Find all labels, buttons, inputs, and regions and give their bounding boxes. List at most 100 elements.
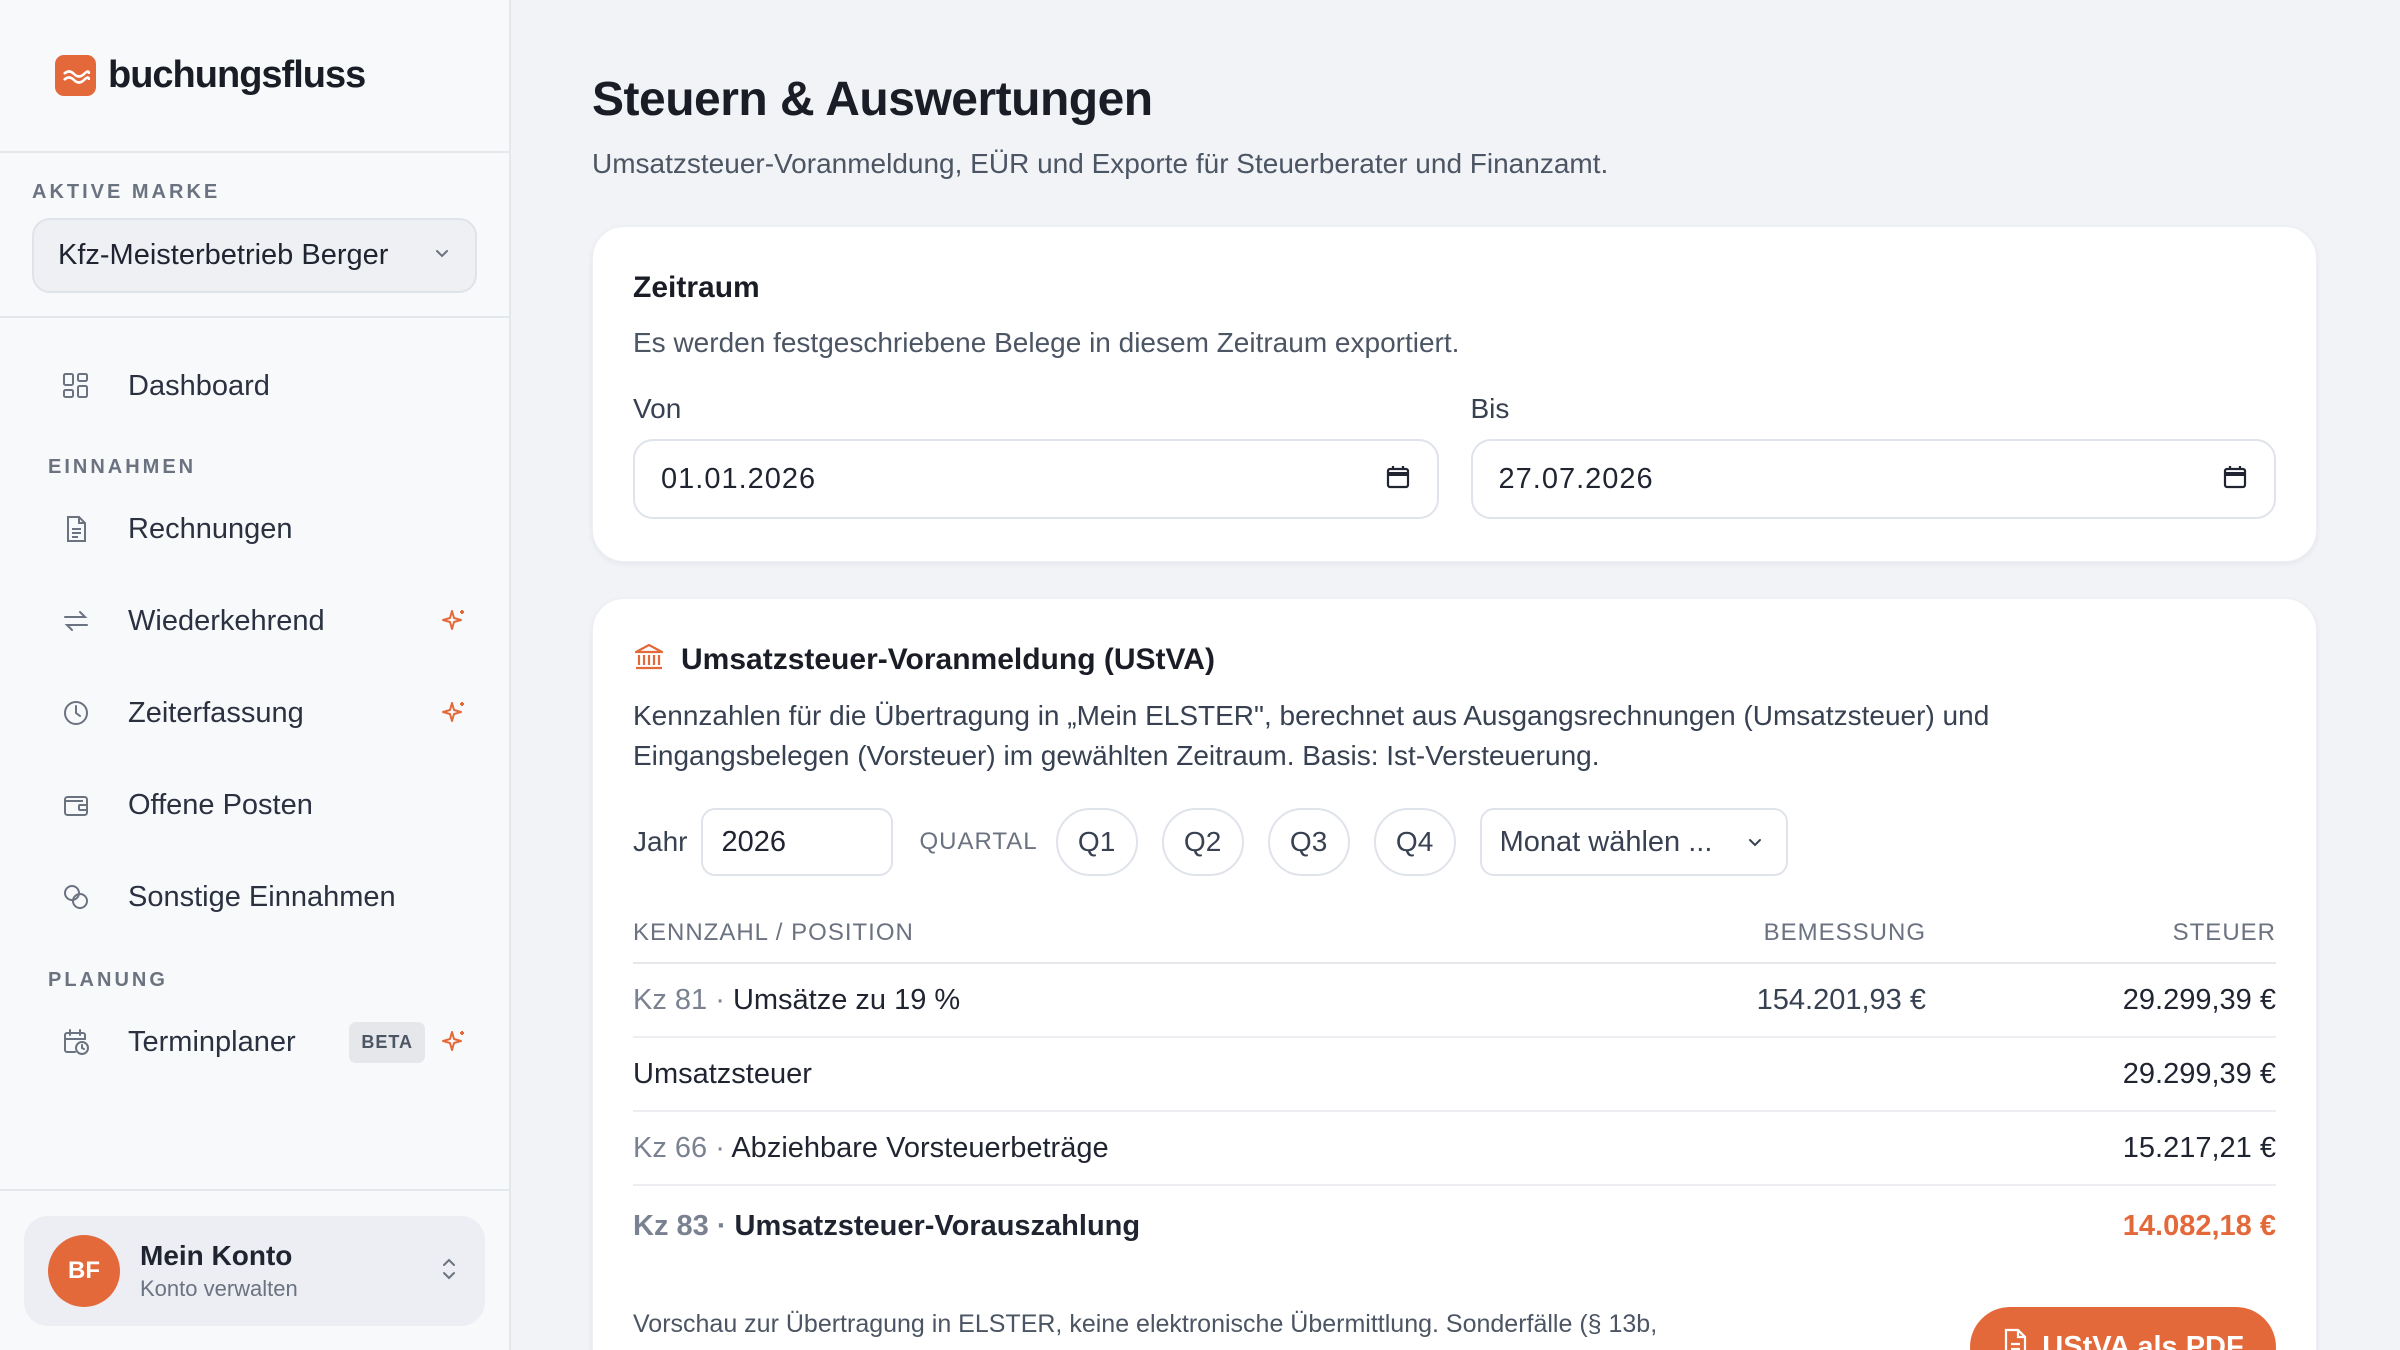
nav-label: Zeiterfassung xyxy=(128,696,304,729)
date-range-row: Von 01.01.2026 Bis 27.07.2026 xyxy=(633,393,2276,519)
ustva-description: Kennzahlen für die Übertragung in „Mein … xyxy=(633,700,1990,771)
nav-label: Dashboard xyxy=(128,369,270,402)
nav-group-einnahmen: EINNAHMEN xyxy=(48,456,197,478)
table-header: KENNZAHL / POSITION BEMESSUNG STEUER xyxy=(633,904,2276,964)
chevron-down-icon xyxy=(433,244,451,267)
chevron-down-icon xyxy=(1746,826,1764,859)
ustva-card: Umsatzsteuer-Voranmeldung (UStVA) Kennza… xyxy=(592,598,2317,1350)
beta-badge: BETA xyxy=(349,1021,425,1063)
quarter-button-q2[interactable]: Q2 xyxy=(1161,808,1244,876)
kz-separator: · xyxy=(707,983,733,1016)
position-cell: Kz 81 · Umsätze zu 19 % xyxy=(633,984,1626,1017)
kz-separator: · xyxy=(708,1209,735,1242)
kz-code: Kz 83 xyxy=(633,1209,709,1242)
nav-label: Wiederkehrend xyxy=(128,604,325,637)
steuer-cell: 29.299,39 € xyxy=(2122,1057,2276,1090)
quartal-label: QUARTAL xyxy=(919,828,1038,855)
quarter-button-q1[interactable]: Q1 xyxy=(1055,808,1138,876)
sidebar: buchungsfluss AKTIVE MARKE Kfz-Meisterbe… xyxy=(0,0,511,1350)
quarter-button-q4[interactable]: Q4 xyxy=(1373,808,1456,876)
zeitraum-title: Zeitraum xyxy=(633,271,760,304)
month-select-value: Monat wählen ... xyxy=(1499,825,1713,858)
grid-icon xyxy=(58,368,94,404)
ustva-table: KENNZAHL / POSITION BEMESSUNG STEUER Kz … xyxy=(633,904,2276,1266)
steuer-cell: 29.299,39 € xyxy=(2122,983,2276,1016)
file-pdf-icon xyxy=(2002,1328,2028,1350)
year-label: Jahr xyxy=(633,826,688,857)
month-select[interactable]: Monat wählen ... xyxy=(1479,808,1788,876)
bank-icon xyxy=(633,641,665,678)
kz-code: Kz 81 xyxy=(633,983,708,1016)
steuer-cell: 15.217,21 € xyxy=(2122,1131,2276,1164)
quarter-button-q3[interactable]: Q3 xyxy=(1267,808,1350,876)
page-title: Steuern & Auswertungen xyxy=(592,73,1153,126)
brand-select[interactable]: Kfz-Meisterbetrieb Berger xyxy=(32,218,477,293)
position-label: Umsatzsteuer-Vorauszahlung xyxy=(734,1209,1141,1242)
active-brand-section: AKTIVE MARKE Kfz-Meisterbetrieb Berger xyxy=(0,153,509,318)
brand-select-value: Kfz-Meisterbetrieb Berger xyxy=(58,239,389,271)
von-column: Von 01.01.2026 xyxy=(633,393,1439,519)
nav-label: Rechnungen xyxy=(128,512,293,545)
table-row: Kz 81 · Umsätze zu 19 % 154.201,93 € 29.… xyxy=(633,964,2276,1038)
wallet-icon xyxy=(58,787,94,823)
app-name[interactable]: buchungsfluss xyxy=(108,54,366,97)
account-menu[interactable]: BF Mein Konto Konto verwalten xyxy=(24,1216,485,1326)
ustva-footnote: Vorschau zur Übertragung in ELSTER, kein… xyxy=(633,1310,1658,1338)
coins-icon xyxy=(58,879,94,915)
zeitraum-description: Es werden festgeschriebene Belege in die… xyxy=(633,327,1460,358)
bis-label: Bis xyxy=(1470,393,1510,424)
position-cell: Umsatzsteuer xyxy=(633,1057,812,1090)
active-brand-label: AKTIVE MARKE xyxy=(32,181,221,203)
nav-item-zeiterfassung[interactable]: Zeiterfassung xyxy=(0,667,509,759)
main-nav: Dashboard EINNAHMEN Rechnungen Wiederkeh… xyxy=(0,340,509,1088)
main-content: Steuern & Auswertungen Umsatzsteuer-Vora… xyxy=(511,0,2400,1350)
wave-logo-icon xyxy=(55,55,96,96)
kz-code: Kz 66 xyxy=(633,1131,708,1164)
position-cell: Kz 83 · Umsatzsteuer-Vorauszahlung xyxy=(633,1210,1626,1243)
nav-label: Sonstige Einnahmen xyxy=(128,880,396,913)
account-text: Mein Konto Konto verwalten xyxy=(140,1240,437,1302)
table-row: Umsatzsteuer 29.299,39 € xyxy=(633,1038,2276,1112)
nav-item-terminplaner[interactable]: Terminplaner BETA xyxy=(0,996,509,1088)
sparkle-icon xyxy=(439,606,469,636)
zeitraum-card: Zeitraum Es werden festgeschriebene Bele… xyxy=(592,226,2317,562)
ustva-title-row: Umsatzsteuer-Voranmeldung (UStVA) xyxy=(633,641,2276,678)
kz-separator: · xyxy=(707,1131,732,1164)
nav-label: Terminplaner xyxy=(128,1025,296,1058)
position-cell: Kz 66 · Abziehbare Vorsteuerbeträge xyxy=(633,1132,1626,1165)
column-header-steuer: STEUER xyxy=(2172,919,2276,946)
repeat-icon xyxy=(58,603,94,639)
nav-item-rechnungen[interactable]: Rechnungen xyxy=(0,483,509,575)
page-subtitle: Umsatzsteuer-Voranmeldung, EÜR und Expor… xyxy=(592,148,1609,179)
nav-label: Offene Posten xyxy=(128,788,313,821)
account-subtitle: Konto verwalten xyxy=(140,1276,298,1301)
table-row: Kz 66 · Abziehbare Vorsteuerbeträge 15.2… xyxy=(633,1112,2276,1186)
ustva-title: Umsatzsteuer-Voranmeldung (UStVA) xyxy=(681,642,1215,676)
calendar-icon[interactable] xyxy=(2222,464,2248,495)
account-name: Mein Konto xyxy=(140,1240,293,1271)
avatar: BF xyxy=(48,1235,120,1307)
sparkle-icon xyxy=(439,698,469,728)
bis-column: Bis 27.07.2026 xyxy=(1470,393,2276,519)
bis-date-input[interactable]: 27.07.2026 xyxy=(1470,439,2276,519)
calendar-clock-icon xyxy=(58,1024,94,1060)
column-header-bemessung: BEMESSUNG xyxy=(1763,919,1926,946)
position-label: Umsätze zu 19 % xyxy=(732,983,961,1016)
nav-item-dashboard[interactable]: Dashboard xyxy=(0,340,509,432)
document-icon xyxy=(58,511,94,547)
nav-group-planung: PLANUNG xyxy=(48,969,168,991)
nav-item-wiederkehrend[interactable]: Wiederkehrend xyxy=(0,575,509,667)
von-date-input[interactable]: 01.01.2026 xyxy=(633,439,1439,519)
von-date-value: 01.01.2026 xyxy=(661,462,817,495)
brand-header: buchungsfluss xyxy=(0,0,509,153)
ustva-pdf-button[interactable]: UStVA als PDF xyxy=(1970,1307,2276,1350)
chevron-up-down-icon xyxy=(437,1254,461,1289)
steuer-cell: 14.082,18 € xyxy=(2122,1209,2276,1242)
position-label: Abziehbare Vorsteuerbeträge xyxy=(731,1131,1109,1164)
nav-item-offene-posten[interactable]: Offene Posten xyxy=(0,759,509,851)
period-filter-row: Jahr 2026 QUARTAL Q1 Q2 Q3 Q4 Monat wähl… xyxy=(633,808,2276,876)
nav-item-sonstige-einnahmen[interactable]: Sonstige Einnahmen xyxy=(0,851,509,943)
calendar-icon[interactable] xyxy=(1385,464,1411,495)
year-input[interactable]: 2026 xyxy=(701,808,894,876)
column-header-position: KENNZAHL / POSITION xyxy=(633,919,914,946)
